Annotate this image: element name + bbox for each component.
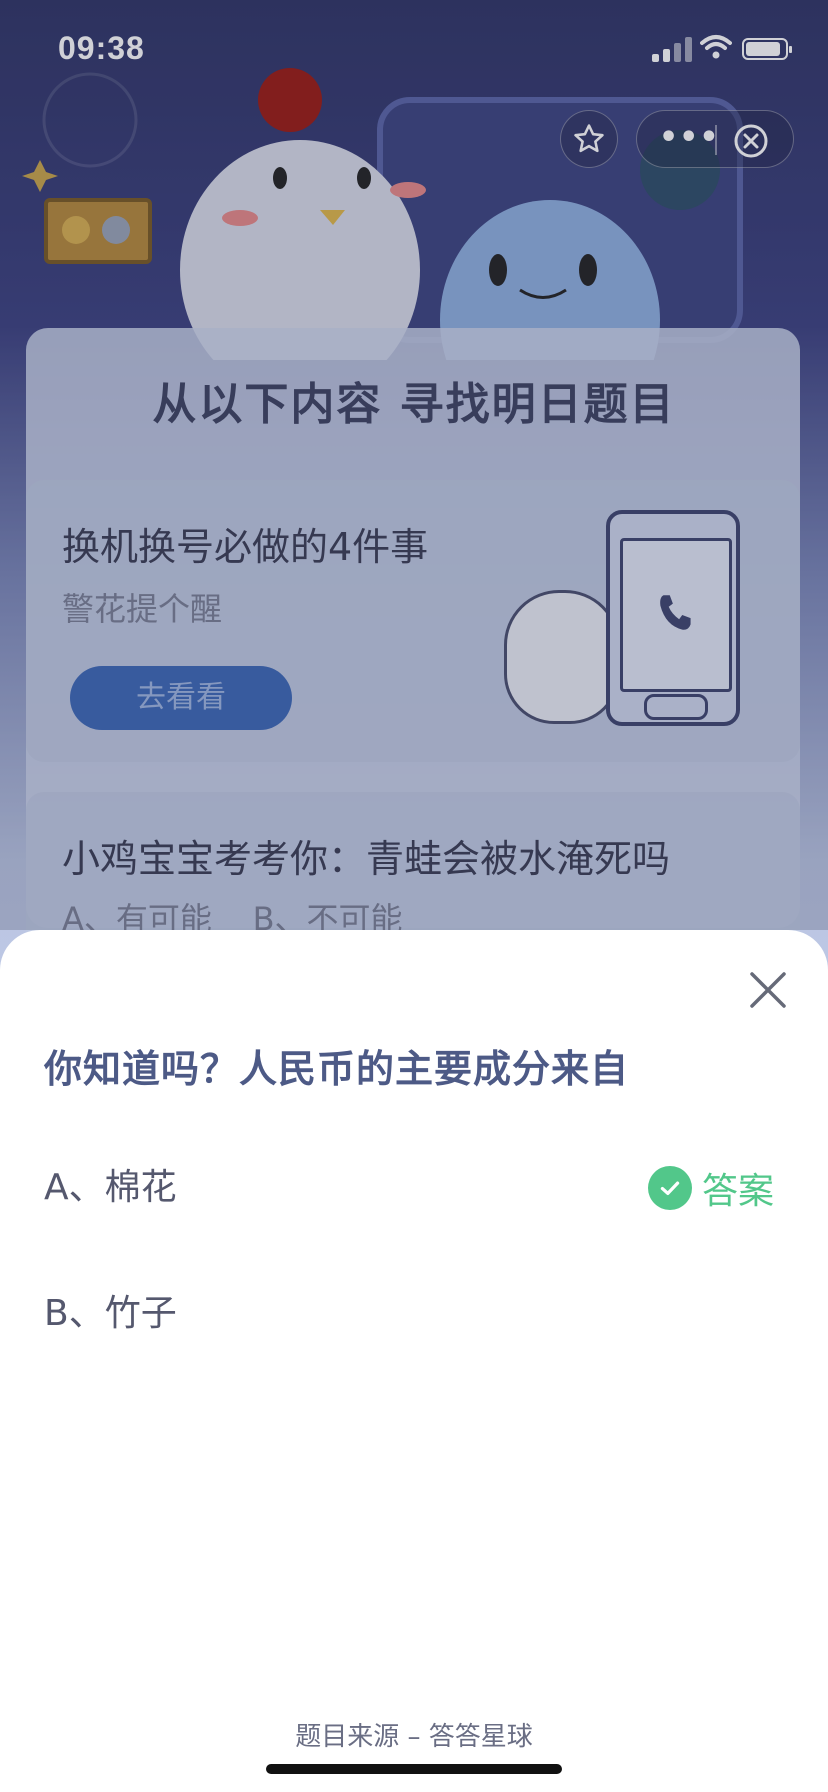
option-b: B、竹子 bbox=[44, 1293, 177, 1334]
dim-overlay[interactable] bbox=[0, 0, 828, 930]
answer-sheet: 你知道吗？人民币的主要成分来自 A、棉花 答案 B、竹子 bbox=[0, 930, 828, 1792]
question-text: 你知道吗？人民币的主要成分来自 bbox=[44, 1047, 630, 1091]
close-icon[interactable] bbox=[744, 966, 792, 1014]
option-a: A、棉花 bbox=[44, 1167, 177, 1208]
answer-label: 答案 bbox=[702, 1171, 775, 1212]
home-indicator[interactable] bbox=[266, 1764, 562, 1774]
answer-badge: 答案 bbox=[648, 1162, 774, 1214]
check-icon bbox=[648, 1166, 692, 1210]
source-credit: 题目来源 – 答答星球 bbox=[295, 1722, 533, 1752]
